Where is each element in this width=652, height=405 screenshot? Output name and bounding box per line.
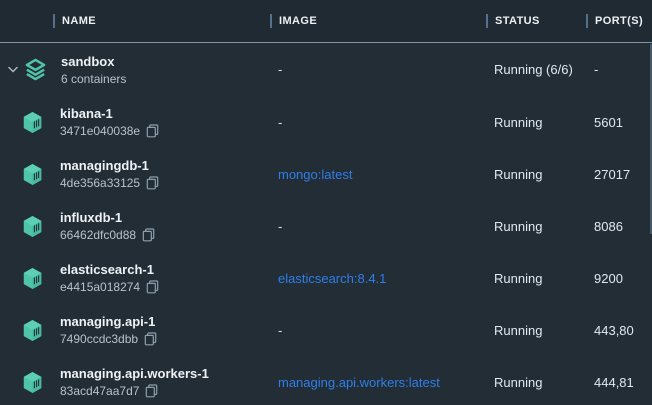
image-reference: - xyxy=(278,323,282,338)
column-header-status: STATUS xyxy=(486,14,586,28)
container-id: 3471e040038e xyxy=(60,124,140,138)
column-divider xyxy=(53,14,55,28)
ports-text: 5601 xyxy=(594,115,623,130)
status-text: Running xyxy=(494,219,542,234)
container-name-cell: managing.api-1 7490ccdc3dbb xyxy=(0,314,270,346)
group-container-count: 6 containers xyxy=(61,72,126,86)
container-status-cell: Running xyxy=(486,323,586,338)
column-divider xyxy=(486,14,488,28)
group-name-cell: sandbox 6 containers xyxy=(0,54,270,86)
container-icon xyxy=(22,163,43,186)
status-text: Running xyxy=(494,375,542,390)
container-icon xyxy=(22,371,43,394)
image-reference: - xyxy=(278,219,282,234)
copy-icon[interactable] xyxy=(146,124,159,138)
ports-text: 443,80 xyxy=(594,323,634,338)
container-ports-cell: 5601 xyxy=(586,115,652,130)
column-header-label: PORT(S) xyxy=(595,15,643,27)
group-status-cell: Running (6/6) xyxy=(486,62,586,77)
container-row[interactable]: managing.api.workers-1 83acd47aa7d7 mana… xyxy=(0,356,652,405)
ports-text: - xyxy=(594,62,598,77)
column-header-label: IMAGE xyxy=(279,15,317,27)
column-divider xyxy=(586,14,588,28)
container-row[interactable]: influxdb-1 66462dfc0d88 - Running 8086 xyxy=(0,200,652,252)
container-id: 66462dfc0d88 xyxy=(60,228,136,242)
column-divider xyxy=(270,14,272,28)
container-row[interactable]: managing.api-1 7490ccdc3dbb - Running 4 xyxy=(0,304,652,356)
status-text: Running (6/6) xyxy=(494,62,573,77)
image-reference[interactable]: managing.api.workers:latest xyxy=(278,375,440,390)
container-ports-cell: 8086 xyxy=(586,219,652,234)
container-image-cell: - xyxy=(270,115,486,130)
container-id: 4de356a33125 xyxy=(60,176,140,190)
ports-text: 9200 xyxy=(594,271,623,286)
container-id: 7490ccdc3dbb xyxy=(60,332,138,346)
container-image-cell: - xyxy=(270,323,486,338)
column-header-image: IMAGE xyxy=(270,14,486,28)
copy-icon[interactable] xyxy=(142,228,155,242)
container-image-cell: mongo:latest xyxy=(270,167,486,182)
container-ports-cell: 9200 xyxy=(586,271,652,286)
container-image-cell: elasticsearch:8.4.1 xyxy=(270,271,486,286)
image-reference[interactable]: elasticsearch:8.4.1 xyxy=(278,271,386,286)
container-icon xyxy=(22,111,43,134)
status-text: Running xyxy=(494,323,542,338)
image-reference[interactable]: mongo:latest xyxy=(278,167,352,182)
container-id: e4415a018274 xyxy=(60,280,140,294)
container-name: elasticsearch-1 xyxy=(60,262,159,277)
container-image-cell: managing.api.workers:latest xyxy=(270,375,486,390)
container-name-cell: influxdb-1 66462dfc0d88 xyxy=(0,210,270,242)
container-name: kibana-1 xyxy=(60,106,159,121)
copy-icon[interactable] xyxy=(146,280,159,294)
image-reference: - xyxy=(278,115,282,130)
ports-text: 27017 xyxy=(594,167,630,182)
status-text: Running xyxy=(494,115,542,130)
container-image-cell: - xyxy=(270,219,486,234)
copy-icon[interactable] xyxy=(144,332,157,346)
container-status-cell: Running xyxy=(486,115,586,130)
containers-table: NAME IMAGE STATUS PORT(S) xyxy=(0,0,652,405)
container-name-cell: managing.api.workers-1 83acd47aa7d7 xyxy=(0,366,270,398)
group-image-cell: - xyxy=(270,62,486,77)
column-header-label: NAME xyxy=(62,15,96,27)
container-name-cell: elasticsearch-1 e4415a018274 xyxy=(0,262,270,294)
copy-icon[interactable] xyxy=(146,176,159,190)
container-name: managingdb-1 xyxy=(60,158,159,173)
container-status-cell: Running xyxy=(486,375,586,390)
container-icon xyxy=(22,319,43,342)
group-name: sandbox xyxy=(61,54,126,69)
container-row[interactable]: kibana-1 3471e040038e - Running 5601 xyxy=(0,96,652,148)
container-name-cell: managingdb-1 4de356a33125 xyxy=(0,158,270,190)
container-row[interactable]: elasticsearch-1 e4415a018274 elasticsear… xyxy=(0,252,652,304)
container-status-cell: Running xyxy=(486,167,586,182)
column-header-ports: PORT(S) xyxy=(586,14,652,28)
container-name: influxdb-1 xyxy=(60,210,155,225)
status-text: Running xyxy=(494,167,542,182)
container-status-cell: Running xyxy=(486,219,586,234)
container-ports-cell: 27017 xyxy=(586,167,652,182)
status-text: Running xyxy=(494,271,542,286)
container-name: managing.api.workers-1 xyxy=(60,366,209,381)
group-ports-cell: - xyxy=(586,62,652,77)
container-rows: kibana-1 3471e040038e - Running 5601 xyxy=(0,96,652,405)
ports-text: 444,81 xyxy=(594,375,634,390)
container-name-cell: kibana-1 3471e040038e xyxy=(0,106,270,138)
image-reference: - xyxy=(278,62,282,77)
container-ports-cell: 444,81 xyxy=(586,375,652,390)
column-header-name: NAME xyxy=(0,14,270,28)
container-name: managing.api-1 xyxy=(60,314,157,329)
copy-icon[interactable] xyxy=(145,384,158,398)
container-id: 83acd47aa7d7 xyxy=(60,384,139,398)
container-ports-cell: 443,80 xyxy=(586,323,652,338)
container-icon xyxy=(22,267,43,290)
container-status-cell: Running xyxy=(486,271,586,286)
column-header-label: STATUS xyxy=(495,15,540,27)
chevron-down-icon[interactable] xyxy=(8,66,18,73)
table-header: NAME IMAGE STATUS PORT(S) xyxy=(0,0,652,43)
compose-group-row[interactable]: sandbox 6 containers - Running (6/6) - xyxy=(0,43,652,96)
container-icon xyxy=(22,215,43,238)
container-row[interactable]: managingdb-1 4de356a33125 mongo:latest R… xyxy=(0,148,652,200)
stack-icon xyxy=(24,58,47,81)
ports-text: 8086 xyxy=(594,219,623,234)
